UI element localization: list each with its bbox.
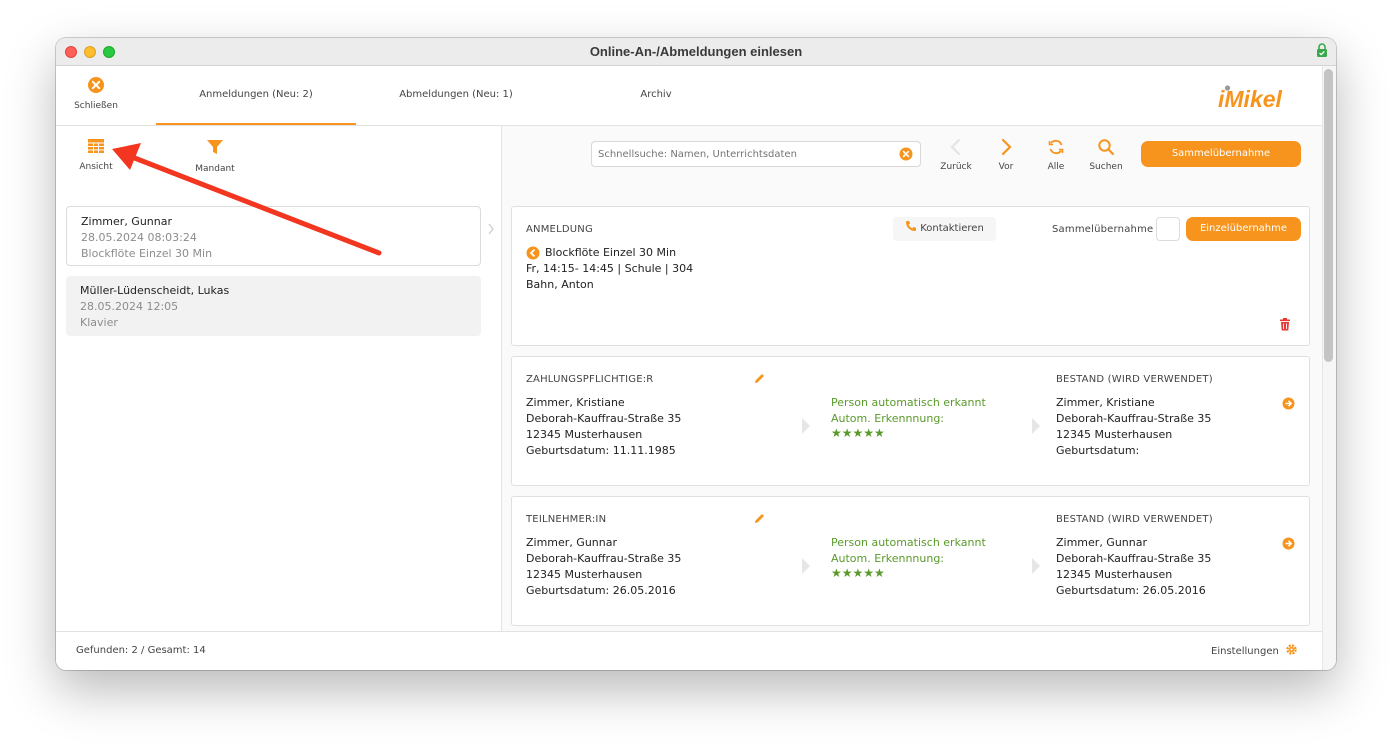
stock-name: Zimmer, Kristiane bbox=[1056, 396, 1155, 409]
filter-funnel-icon bbox=[207, 140, 223, 154]
bulk-transfer-checkbox[interactable] bbox=[1156, 217, 1180, 241]
single-transfer-button[interactable]: Einzelübernahme bbox=[1186, 217, 1301, 241]
quick-search-input[interactable] bbox=[591, 141, 921, 167]
arrow-left-circle-icon bbox=[526, 246, 540, 260]
phone-icon bbox=[906, 221, 916, 231]
imikel-logo: iMikel bbox=[1218, 85, 1283, 112]
mandant-filter-button[interactable]: Mandant bbox=[185, 138, 245, 174]
table-grid-icon bbox=[88, 139, 104, 153]
stock-street: Deborah-Kauffrau-Straße 35 bbox=[1056, 552, 1212, 565]
chevron-right-icon bbox=[1032, 558, 1040, 574]
view-button[interactable]: Ansicht bbox=[66, 138, 126, 172]
auto-match-label: Autom. Erkennnung: bbox=[831, 412, 945, 425]
status-bar: Gefunden: 2 / Gesamt: 14 Einstellungen bbox=[56, 631, 1322, 670]
all-button[interactable]: Alle bbox=[1034, 138, 1078, 172]
search-button[interactable]: Suchen bbox=[1084, 138, 1128, 172]
tab-abmeldungen[interactable]: Abmeldungen (Neu: 1) bbox=[356, 66, 556, 125]
chevron-right-icon bbox=[1001, 138, 1012, 156]
payer-city: 12345 Musterhausen bbox=[526, 428, 643, 441]
stock-city: 12345 Musterhausen bbox=[1056, 568, 1173, 581]
edit-pencil-icon[interactable] bbox=[753, 372, 766, 385]
chevron-left-icon bbox=[950, 138, 961, 156]
participant-name: Zimmer, Gunnar bbox=[526, 536, 618, 549]
back-label: Zurück bbox=[940, 162, 972, 172]
course-name: Blockflöte Einzel 30 Min bbox=[545, 246, 677, 259]
contact-button[interactable]: Kontaktieren bbox=[893, 217, 996, 241]
registration-heading: ANMELDUNG bbox=[526, 224, 593, 235]
bulk-label: Sammelübernahme bbox=[1052, 224, 1154, 235]
registration-card: ANMELDUNG Kontaktieren Sammelübernahme E… bbox=[511, 206, 1310, 346]
list-item[interactable]: Müller-Lüdenscheidt, Lukas 28.05.2024 12… bbox=[66, 276, 481, 336]
participant-birthdate: Geburtsdatum: 26.05.2016 bbox=[526, 584, 676, 597]
participant-street: Deborah-Kauffrau-Straße 35 bbox=[526, 552, 682, 565]
lock-icon bbox=[1317, 43, 1327, 57]
refresh-icon bbox=[1048, 139, 1064, 155]
stock-street: Deborah-Kauffrau-Straße 35 bbox=[1056, 412, 1212, 425]
tab-anmeldungen[interactable]: Anmeldungen (Neu: 2) bbox=[156, 66, 356, 125]
close-label: Schließen bbox=[74, 101, 118, 111]
registration-date: 28.05.2024 12:05 bbox=[80, 300, 179, 313]
window-title: Online-An-/Abmeldungen einlesen bbox=[589, 44, 803, 59]
arrow-right-circle-icon[interactable] bbox=[1282, 537, 1295, 550]
stock-name: Zimmer, Gunnar bbox=[1056, 536, 1148, 549]
tab-archiv[interactable]: Archiv bbox=[556, 66, 756, 125]
search-icon bbox=[1098, 139, 1115, 156]
settings-button[interactable]: Einstellungen bbox=[1211, 643, 1298, 657]
search-label: Suchen bbox=[1089, 162, 1123, 172]
registration-list-pane: Ansicht Mandant Zimmer, Gunnar 28.05.202… bbox=[56, 126, 502, 631]
registration-name: Müller-Lüdenscheidt, Lukas bbox=[80, 284, 230, 297]
close-circle-icon bbox=[88, 77, 104, 93]
bulk-transfer-button[interactable]: Sammelübernahme bbox=[1141, 141, 1301, 167]
course-schedule: Fr, 14:15- 14:45 | Schule | 304 bbox=[526, 262, 694, 275]
payer-street: Deborah-Kauffrau-Straße 35 bbox=[526, 412, 682, 425]
forward-button[interactable]: Vor bbox=[984, 138, 1028, 172]
payer-birthdate: Geburtsdatum: 11.11.1985 bbox=[526, 444, 676, 457]
stock-heading: BESTAND (WIRD VERWENDET) bbox=[1056, 374, 1213, 385]
participant-card: TEILNEHMER:IN Zimmer, Gunnar Deborah-Kau… bbox=[511, 496, 1310, 626]
teacher-name: Bahn, Anton bbox=[526, 278, 594, 291]
match-rating-stars: ★★★★★ bbox=[831, 426, 885, 440]
view-label: Ansicht bbox=[79, 162, 113, 172]
filter-label: Mandant bbox=[195, 164, 235, 174]
found-count: Gefunden: 2 / Gesamt: 14 bbox=[76, 645, 206, 656]
back-button[interactable]: Zurück bbox=[934, 138, 978, 172]
top-tab-bar: Schließen Anmeldungen (Neu: 2) Abmeldung… bbox=[56, 66, 1322, 126]
chevron-right-icon bbox=[802, 418, 810, 434]
edit-pencil-icon[interactable] bbox=[753, 512, 766, 525]
registration-course: Klavier bbox=[80, 316, 118, 329]
payer-heading: ZAHLUNGSPFLICHTIGE:R bbox=[526, 374, 654, 385]
all-label: Alle bbox=[1047, 162, 1065, 172]
clear-search-icon[interactable] bbox=[899, 147, 913, 161]
stock-heading: BESTAND (WIRD VERWENDET) bbox=[1056, 514, 1213, 525]
stock-birthdate: Geburtsdatum: 26.05.2016 bbox=[1056, 584, 1206, 597]
contact-label: Kontaktieren bbox=[920, 223, 984, 234]
auto-match-text: Person automatisch erkannt bbox=[831, 396, 986, 409]
match-rating-stars: ★★★★★ bbox=[831, 566, 885, 580]
payer-name: Zimmer, Kristiane bbox=[526, 396, 625, 409]
stock-city: 12345 Musterhausen bbox=[1056, 428, 1173, 441]
settings-label: Einstellungen bbox=[1211, 646, 1279, 657]
registration-date: 28.05.2024 08:03:24 bbox=[81, 231, 197, 244]
list-item[interactable]: Zimmer, Gunnar 28.05.2024 08:03:24 Block… bbox=[66, 206, 481, 266]
chevron-right-icon bbox=[802, 558, 810, 574]
auto-match-label: Autom. Erkennnung: bbox=[831, 552, 945, 565]
participant-city: 12345 Musterhausen bbox=[526, 568, 643, 581]
forward-label: Vor bbox=[998, 162, 1014, 172]
trash-icon[interactable] bbox=[1279, 318, 1291, 331]
participant-heading: TEILNEHMER:IN bbox=[526, 514, 607, 525]
chevron-right-icon bbox=[488, 223, 494, 235]
chevron-right-icon bbox=[1032, 418, 1040, 434]
registration-course: Blockflöte Einzel 30 Min bbox=[81, 247, 213, 260]
close-button[interactable]: Schließen bbox=[70, 76, 122, 111]
arrow-right-circle-icon[interactable] bbox=[1282, 397, 1295, 410]
payer-card: ZAHLUNGSPFLICHTIGE:R Zimmer, Kristiane D… bbox=[511, 356, 1310, 486]
stock-birthdate: Geburtsdatum: bbox=[1056, 444, 1140, 457]
auto-match-text: Person automatisch erkannt bbox=[831, 536, 986, 549]
scrollbar-thumb[interactable] bbox=[1324, 69, 1333, 362]
detail-pane: Zurück Vor Alle Suchen Sammelübernahme bbox=[502, 126, 1322, 631]
gear-icon bbox=[1286, 644, 1297, 655]
title-bar: Online-An-/Abmeldungen einlesen bbox=[56, 38, 1336, 66]
app-window: Online-An-/Abmeldungen einlesen Schließe… bbox=[56, 38, 1336, 670]
registration-name: Zimmer, Gunnar bbox=[81, 215, 173, 228]
